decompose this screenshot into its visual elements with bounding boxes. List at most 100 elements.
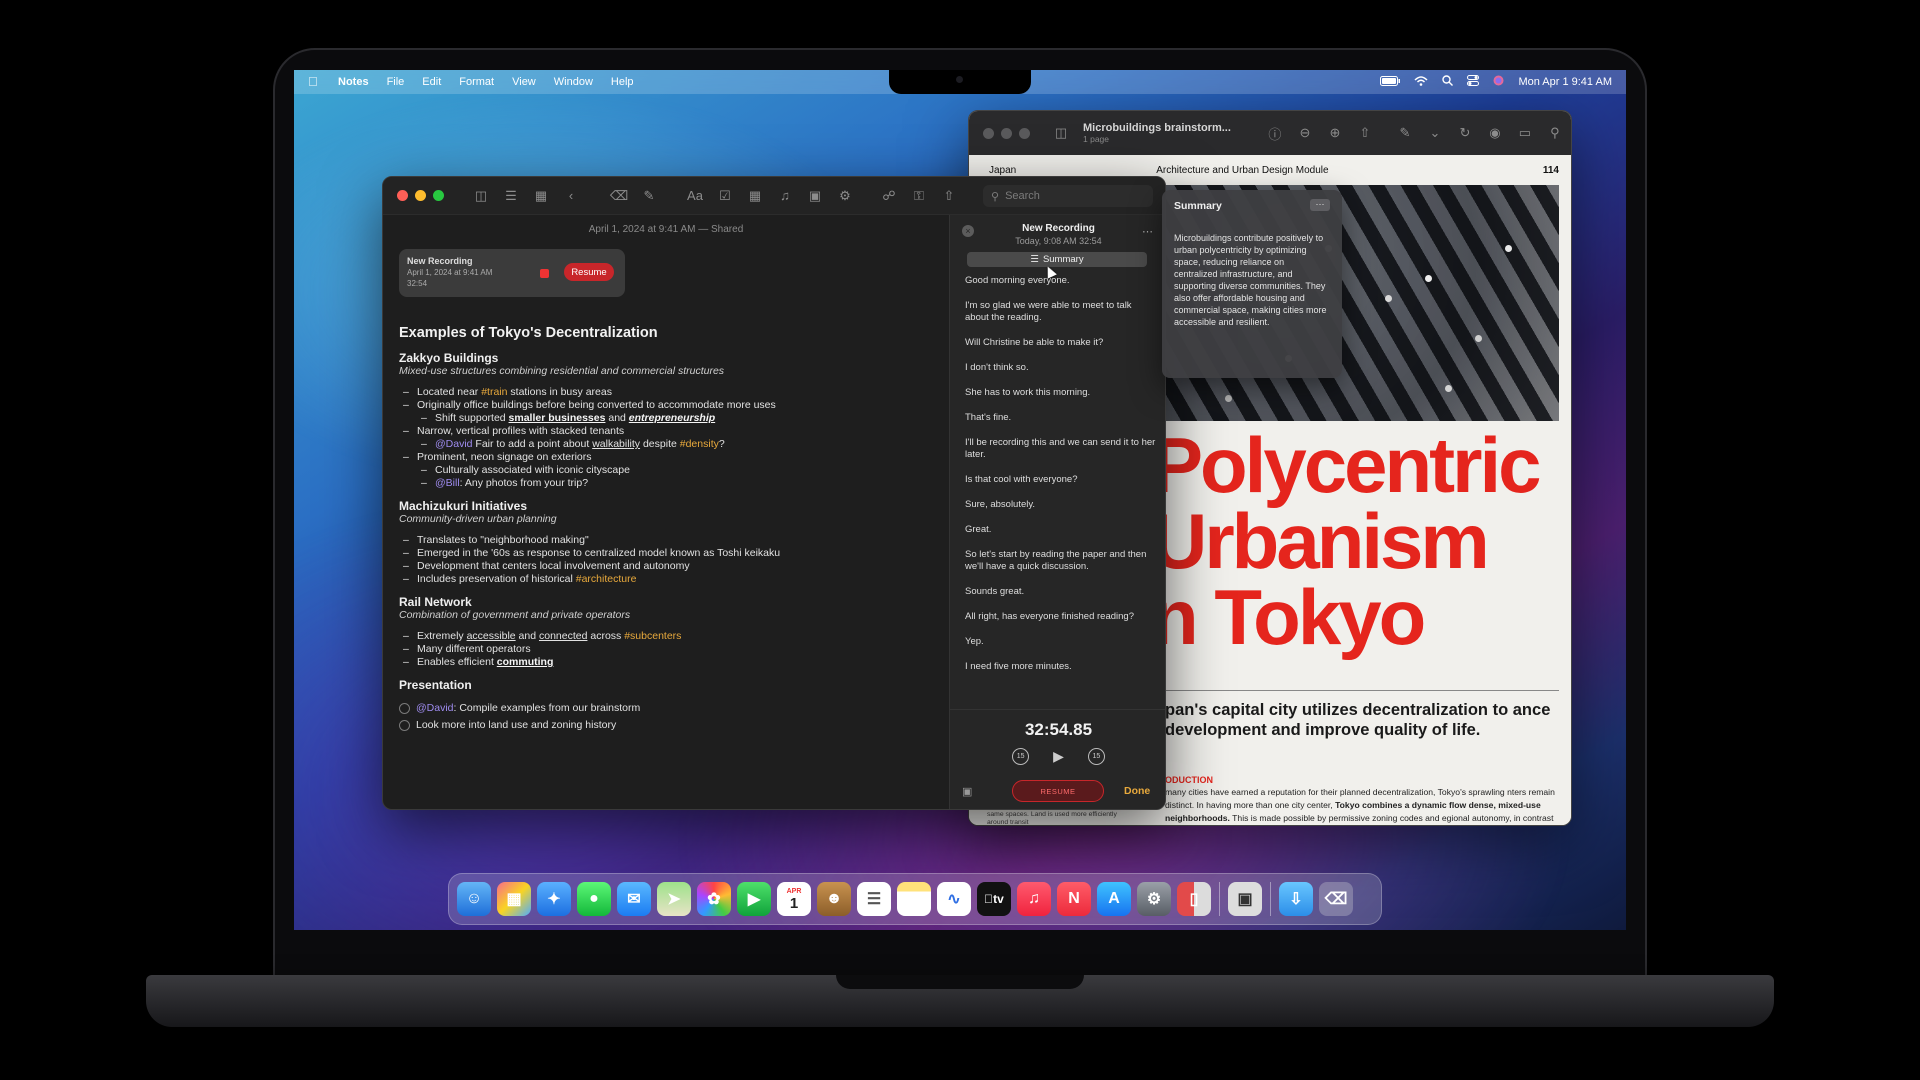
apple-tv-icon[interactable]: tv: [977, 882, 1011, 916]
menu-file[interactable]: File: [387, 76, 405, 88]
reminders-icon[interactable]: ☰: [857, 882, 891, 916]
zoom-in-icon[interactable]: ⊕: [1327, 125, 1343, 141]
highlight-icon[interactable]: ◉: [1487, 125, 1503, 141]
photos-icon[interactable]: ✿: [697, 882, 731, 916]
summary-more-icon[interactable]: ⋯: [1310, 199, 1330, 211]
battery-icon[interactable]: [1380, 75, 1401, 89]
checklist-icon[interactable]: ☑: [717, 188, 733, 204]
control-center-icon[interactable]: [1467, 75, 1480, 89]
section-subtitle: Community-driven urban planning: [399, 513, 557, 525]
link[interactable]: smaller businesses: [509, 412, 606, 424]
preview-close-button[interactable]: [983, 127, 994, 139]
notes-zoom-button[interactable]: [433, 190, 444, 201]
messages-icon[interactable]: ●: [577, 882, 611, 916]
siri-icon[interactable]: [1493, 75, 1504, 89]
link[interactable]: walkability: [592, 438, 640, 450]
search-icon[interactable]: ⚲: [1547, 125, 1563, 141]
iphone-mirroring-icon[interactable]: ▯: [1177, 882, 1211, 916]
resume-recording-button[interactable]: RESUME: [1012, 780, 1104, 802]
markup-icon[interactable]: ✎: [1397, 125, 1413, 141]
gallery-view-icon[interactable]: ▦: [533, 188, 549, 204]
link-icon[interactable]: ☍: [881, 188, 897, 204]
trash-icon[interactable]: ⌫: [610, 188, 628, 204]
skip-forward-icon[interactable]: 15: [1087, 748, 1105, 765]
hashtag[interactable]: #train: [481, 386, 507, 398]
news-icon[interactable]: N: [1057, 882, 1091, 916]
collaborate-icon[interactable]: ⚙: [837, 188, 853, 204]
preview-zoom-button[interactable]: [1019, 127, 1030, 139]
hashtag[interactable]: #density: [680, 438, 719, 450]
menu-edit[interactable]: Edit: [422, 76, 441, 88]
calendar-icon[interactable]: APR 1: [777, 882, 811, 916]
checkbox[interactable]: [399, 720, 410, 731]
facetime-icon[interactable]: ▶: [737, 882, 771, 916]
music-icon[interactable]: ♫: [1017, 882, 1051, 916]
list-view-icon[interactable]: ☰: [503, 188, 519, 204]
spotlight-search-icon[interactable]: [1442, 75, 1454, 89]
menu-app-notes[interactable]: Notes: [338, 76, 369, 88]
launchpad-icon[interactable]: ▦: [497, 882, 531, 916]
media-icon[interactable]: ▣: [807, 188, 823, 204]
form-icon[interactable]: ▭: [1517, 125, 1533, 141]
freeform-icon[interactable]: ∿: [937, 882, 971, 916]
preview-minimize-button[interactable]: [1001, 127, 1012, 139]
play-icon[interactable]: ▶: [1053, 748, 1064, 765]
chevron-down-icon[interactable]: ⌄: [1427, 125, 1443, 141]
notes-icon[interactable]: [897, 882, 931, 916]
link[interactable]: connected: [539, 630, 587, 642]
skip-back-icon[interactable]: 15: [1012, 748, 1030, 765]
link[interactable]: entrepreneurship: [629, 412, 715, 424]
app-store-icon[interactable]: A: [1097, 882, 1131, 916]
note-editor[interactable]: April 1, 2024 at 9:41 AM — Shared New Re…: [383, 215, 949, 809]
stop-icon[interactable]: [540, 269, 549, 278]
wifi-icon[interactable]: [1414, 75, 1428, 89]
lock-icon[interactable]: ⚿: [911, 188, 927, 204]
compose-icon[interactable]: ✎: [641, 188, 657, 204]
rotate-icon[interactable]: ↻: [1457, 125, 1473, 141]
format-text-icon[interactable]: Aa: [687, 188, 703, 204]
checkbox[interactable]: [399, 703, 410, 714]
contacts-icon[interactable]: ☻: [817, 882, 851, 916]
mention[interactable]: @David: [435, 438, 473, 450]
table-icon[interactable]: ▦: [747, 188, 763, 204]
info-icon[interactable]: ⓘ: [1267, 125, 1283, 142]
link[interactable]: accessible: [467, 630, 516, 642]
more-icon[interactable]: ⋯: [1142, 225, 1153, 238]
link[interactable]: commuting: [497, 656, 554, 668]
recording-card[interactable]: New Recording April 1, 2024 at 9:41 AM 3…: [399, 249, 625, 297]
notes-search-input[interactable]: ⚲ Search: [983, 185, 1153, 207]
mention[interactable]: @David: [416, 702, 454, 714]
notes-minimize-button[interactable]: [415, 190, 426, 201]
sidebar-icon[interactable]: ◫: [473, 188, 489, 204]
done-button[interactable]: Done: [1124, 785, 1150, 797]
share-icon[interactable]: ⇧: [941, 188, 957, 204]
page-header-module: Architecture and Urban Design Module: [1156, 165, 1329, 176]
menu-window[interactable]: Window: [554, 76, 593, 88]
apple-menu-icon[interactable]: : [308, 75, 320, 89]
mail-icon[interactable]: ✉: [617, 882, 651, 916]
safari-icon[interactable]: ✦: [537, 882, 571, 916]
finder-icon[interactable]: ☺: [457, 882, 491, 916]
system-settings-icon[interactable]: ⚙: [1137, 882, 1171, 916]
zoom-out-icon[interactable]: ⊖: [1297, 125, 1313, 141]
note-content[interactable]: Examples of Tokyo's Decentralization Zak…: [399, 326, 939, 736]
downloads-folder-icon[interactable]: ⇩: [1279, 882, 1313, 916]
summary-button[interactable]: ☰ Summary: [967, 252, 1147, 267]
menu-format[interactable]: Format: [459, 76, 494, 88]
maps-icon[interactable]: ➤: [657, 882, 691, 916]
back-chevron-icon[interactable]: ‹: [563, 188, 579, 204]
hashtag[interactable]: #architecture: [576, 573, 637, 585]
preview-app-icon[interactable]: ▣: [1228, 882, 1262, 916]
menu-clock[interactable]: Mon Apr 1 9:41 AM: [1518, 76, 1612, 88]
transcript-icon[interactable]: ▣: [962, 785, 972, 798]
trash-icon[interactable]: ⌫: [1319, 882, 1353, 916]
audio-icon[interactable]: ♫: [777, 188, 793, 204]
resume-button[interactable]: Resume: [564, 263, 614, 281]
share-icon[interactable]: ⇧: [1357, 125, 1373, 141]
notes-close-button[interactable]: [397, 190, 408, 201]
menu-help[interactable]: Help: [611, 76, 634, 88]
menu-view[interactable]: View: [512, 76, 536, 88]
sidebar-toggle-icon[interactable]: ◫: [1053, 125, 1069, 141]
hashtag[interactable]: #subcenters: [624, 630, 681, 642]
mention[interactable]: @Bill: [435, 477, 460, 489]
